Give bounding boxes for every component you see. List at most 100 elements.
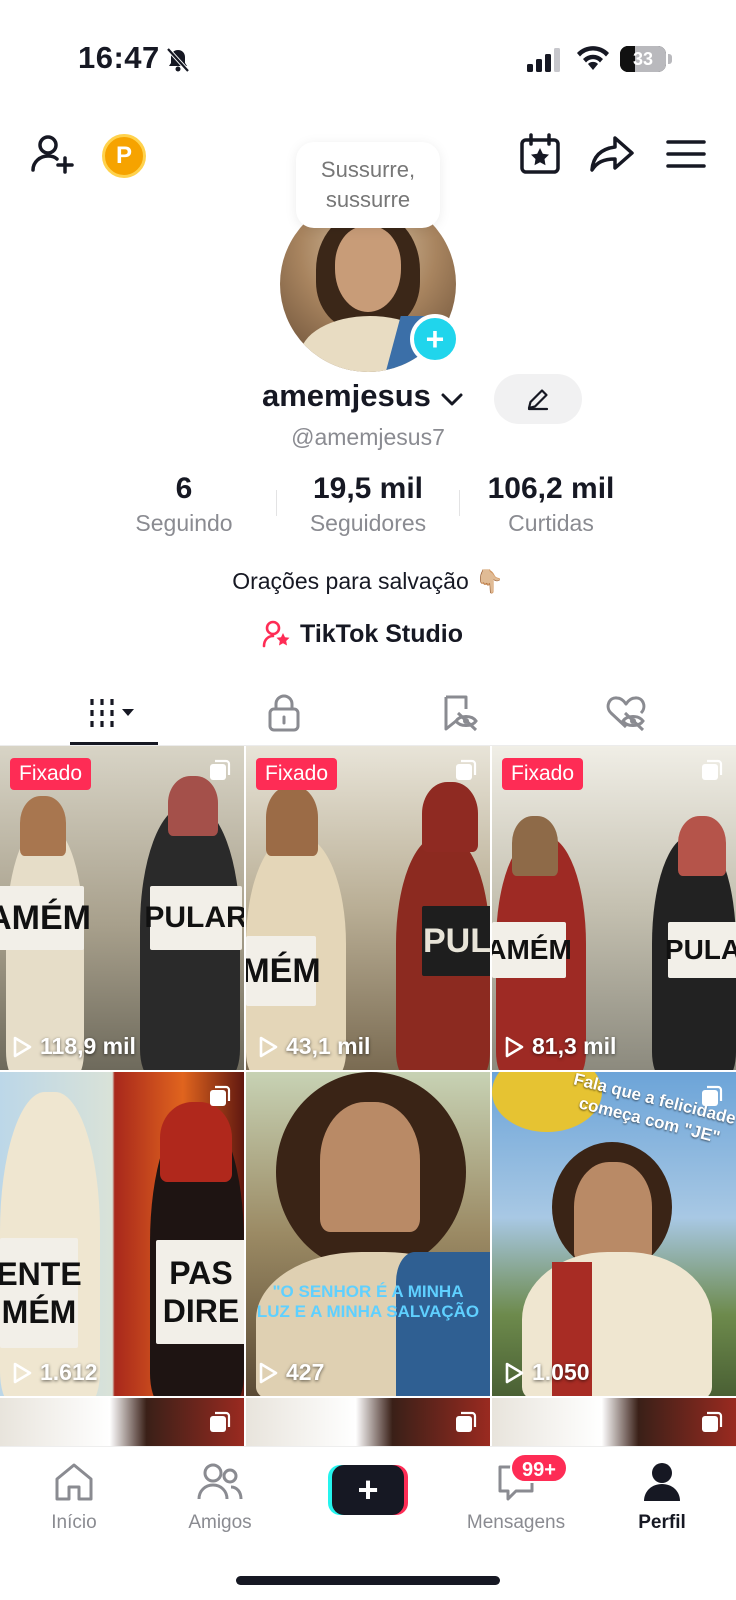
- home-icon: [55, 1463, 93, 1501]
- nav-label: Início: [51, 1512, 97, 1533]
- video-tile[interactable]: AMÉM PULAR Fixado 118,9 mil: [0, 746, 244, 1070]
- stat-following[interactable]: 6 Seguindo: [116, 472, 252, 537]
- view-count-text: 1.612: [40, 1359, 98, 1385]
- stat-followers[interactable]: 19,5 mil Seguidores: [290, 472, 446, 537]
- stat-value: 19,5 mil: [312, 472, 424, 505]
- create-button[interactable]: +: [328, 1465, 408, 1515]
- sign-line: MÉM: [1, 1294, 77, 1330]
- view-count-text: 427: [286, 1359, 325, 1385]
- video-sign-text: PULAR: [144, 886, 244, 950]
- view-count: 81,3 mil: [504, 1033, 616, 1060]
- video-tile[interactable]: [0, 1398, 244, 1446]
- nav-friends[interactable]: Amigos: [160, 1461, 280, 1534]
- tag-eye-icon: [444, 695, 478, 732]
- video-tile[interactable]: ENTE MÉM PAS DIRE 1.612: [0, 1072, 244, 1396]
- multi-image-icon: [210, 759, 231, 780]
- tiktok-studio-link[interactable]: TikTok Studio: [262, 614, 463, 654]
- video-sign-text: MÉM: [246, 936, 321, 1006]
- play-icon: [13, 1036, 32, 1057]
- video-tile[interactable]: [246, 1398, 490, 1446]
- content-tabs: [0, 680, 736, 746]
- nav-label: Amigos: [188, 1512, 252, 1533]
- video-sign-text: ENTE MÉM: [0, 1238, 82, 1348]
- messages-badge: 99+: [510, 1453, 568, 1483]
- play-icon: [259, 1036, 278, 1057]
- share-arrow-icon: [590, 136, 634, 172]
- battery-percentage: 33: [632, 49, 654, 69]
- view-count: 1.612: [12, 1359, 98, 1386]
- battery-icon: 33: [620, 46, 672, 72]
- video-tile[interactable]: AMÉM PULA Fixado 81,3 mil: [492, 746, 736, 1070]
- hamburger-menu-icon: [666, 140, 706, 168]
- calendar-star-icon: [520, 133, 560, 174]
- pinned-badge: Fixado: [10, 758, 92, 790]
- video-sign-text: AMÉM: [492, 922, 572, 978]
- stat-label: Seguidores: [309, 510, 427, 536]
- edit-profile-button[interactable]: [494, 374, 582, 424]
- play-icon: [259, 1362, 278, 1383]
- view-count: 118,9 mil: [12, 1033, 136, 1060]
- play-icon: [505, 1362, 524, 1383]
- nav-label: Mensagens: [466, 1512, 566, 1533]
- add-avatar-button[interactable]: +: [410, 314, 460, 364]
- add-friend-button[interactable]: [28, 130, 76, 178]
- tab-private[interactable]: [192, 680, 376, 746]
- view-count: 427: [258, 1359, 324, 1386]
- add-person-icon: [31, 135, 74, 174]
- video-sign-text: PAS DIRE: [156, 1240, 244, 1344]
- tab-liked[interactable]: [534, 680, 718, 746]
- stat-likes[interactable]: 106,2 mil Curtidas: [472, 472, 630, 537]
- bell-off-icon: [166, 47, 190, 73]
- friends-icon: [197, 1463, 243, 1500]
- lock-icon: [268, 694, 300, 732]
- video-caption: "O SENHOR É A MINHA LUZ E A MINHA SALVAÇ…: [256, 1282, 480, 1322]
- view-count-text: 1.050: [532, 1359, 590, 1385]
- studio-label: TikTok Studio: [300, 619, 463, 648]
- stat-label: Seguindo: [135, 510, 233, 536]
- stat-value: 6: [175, 472, 193, 505]
- events-calendar-button[interactable]: [518, 132, 562, 176]
- view-count-text: 43,1 mil: [286, 1033, 371, 1059]
- tab-reposts[interactable]: [368, 680, 552, 746]
- view-count: 1.050: [504, 1359, 590, 1386]
- status-note-bubble[interactable]: Sussurre, sussurre: [296, 142, 440, 228]
- nav-home[interactable]: Início: [14, 1461, 134, 1534]
- stat-label: Curtidas: [508, 510, 594, 536]
- home-indicator[interactable]: [236, 1576, 500, 1585]
- share-profile-button[interactable]: [588, 130, 636, 178]
- status-note-text: Sussurre, sussurre: [320, 157, 416, 212]
- multi-image-icon: [702, 1411, 723, 1432]
- sign-line: ENTE: [0, 1256, 82, 1292]
- video-tile[interactable]: Fala que a felicidade começa com "JE" 1.…: [492, 1072, 736, 1396]
- video-tile[interactable]: "O SENHOR É A MINHA LUZ E A MINHA SALVAÇ…: [246, 1072, 490, 1396]
- coin-icon[interactable]: P: [102, 134, 146, 178]
- heart-eye-icon: [606, 696, 646, 732]
- menu-button[interactable]: [664, 132, 708, 176]
- video-sign-text: AMÉM: [0, 886, 91, 950]
- wifi-icon: [577, 46, 609, 70]
- status-bar: 16:47 33: [0, 0, 736, 120]
- video-tile[interactable]: [492, 1398, 736, 1446]
- play-icon: [13, 1362, 32, 1383]
- view-count-text: 81,3 mil: [532, 1033, 617, 1059]
- sign-line: PAS: [169, 1255, 233, 1291]
- nav-profile[interactable]: Perfil: [602, 1461, 722, 1534]
- pinned-badge: Fixado: [502, 758, 584, 790]
- sign-line: DIRE: [162, 1293, 240, 1329]
- profile-stats: 6 Seguindo 19,5 mil Seguidores 106,2 mil…: [0, 472, 736, 542]
- multi-image-icon: [456, 759, 477, 780]
- caption-line: LUZ E A MINHA SALVAÇÃO: [256, 1302, 480, 1321]
- chevron-down-icon[interactable]: [440, 390, 464, 410]
- video-tile[interactable]: MÉM PUL Fixado 43,1 mil: [246, 746, 490, 1070]
- grid-icon: [90, 699, 134, 727]
- creator-star-icon: [262, 620, 290, 648]
- view-count-text: 118,9 mil: [40, 1033, 136, 1059]
- tab-videos[interactable]: [22, 680, 206, 746]
- pinned-badge: Fixado: [256, 758, 338, 790]
- multi-image-icon: [210, 1085, 231, 1106]
- plus-icon: +: [332, 1465, 404, 1515]
- video-sign-text: PULA: [665, 922, 736, 978]
- username[interactable]: amemjesus: [262, 378, 431, 414]
- multi-image-icon: [210, 1411, 231, 1432]
- status-time: 16:47: [78, 40, 160, 75]
